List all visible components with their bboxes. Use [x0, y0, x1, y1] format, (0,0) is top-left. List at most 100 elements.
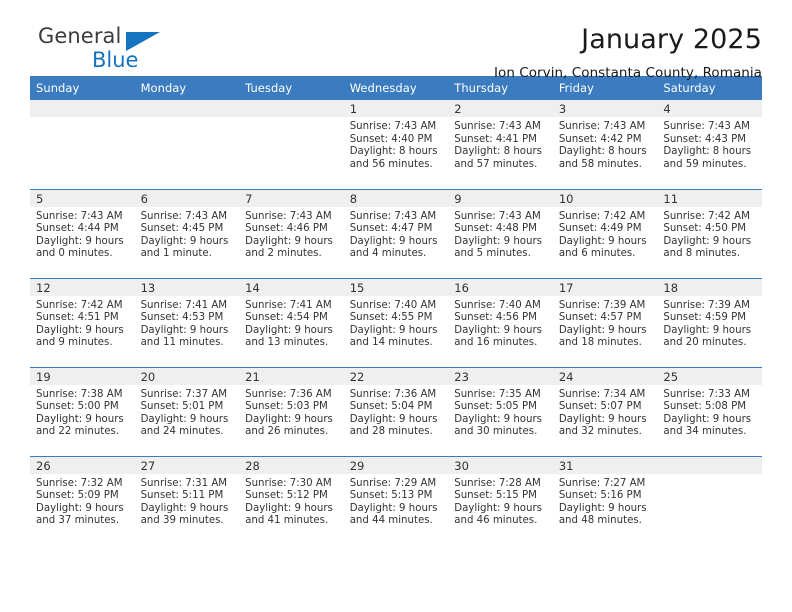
sunset-time: Sunset: 5:12 PM	[245, 490, 328, 502]
day-details: Sunrise: 7:39 AM Sunset: 4:57 PM Daylight:…	[553, 296, 658, 350]
daylight-duration-line2: and 0 minutes.	[36, 248, 113, 260]
day-number: 6	[134, 189, 240, 207]
calendar-day-cell-empty	[30, 100, 135, 189]
day-number: 18	[657, 278, 762, 296]
day-details: Sunrise: 7:28 AM Sunset: 5:15 PM Daylight:…	[448, 474, 553, 528]
calendar-day-cell[interactable]: 22 Sunrise: 7:36 AM Sunset: 5:04 PM Dayligh…	[343, 366, 449, 456]
calendar-day-cell[interactable]: 9 Sunrise: 7:43 AM Sunset: 4:48 PM Daylight…	[448, 188, 553, 278]
day-number: 22	[343, 367, 449, 385]
sunrise-time: Sunrise: 7:41 AM	[140, 299, 228, 311]
sunrise-time: Sunrise: 7:39 AM	[663, 299, 750, 311]
calendar-day-cell[interactable]: 12 Sunrise: 7:42 AM Sunset: 4:51 PM Dayligh…	[30, 277, 135, 367]
weekday-header-tuesday: Tuesday	[239, 76, 344, 100]
day-details: Sunrise: 7:43 AM Sunset: 4:40 PM Daylight:…	[344, 117, 449, 171]
daylight-duration-line1: Daylight: 9 hours	[558, 413, 647, 425]
calendar-day-cell[interactable]: 27 Sunrise: 7:31 AM Sunset: 5:11 PM Dayligh…	[134, 455, 240, 545]
title-block: January 2025 Ion Corvin, Constanta Count…	[494, 25, 762, 81]
sunrise-time: Sunrise: 7:42 AM	[558, 210, 646, 222]
day-number: 12	[30, 278, 135, 296]
calendar-day-cell[interactable]: 25 Sunrise: 7:33 AM Sunset: 5:08 PM Dayligh…	[657, 366, 762, 456]
sunrise-time: Sunrise: 7:31 AM	[140, 477, 228, 489]
day-details: Sunrise: 7:40 AM Sunset: 4:56 PM Daylight:…	[448, 296, 553, 350]
day-number: 27	[134, 456, 240, 474]
calendar-day-cell[interactable]: 13 Sunrise: 7:41 AM Sunset: 4:53 PM Dayligh…	[134, 277, 240, 367]
calendar-day-cell[interactable]: 30 Sunrise: 7:28 AM Sunset: 5:15 PM Dayligh…	[448, 455, 553, 545]
daylight-duration-line1: Daylight: 9 hours	[558, 502, 647, 514]
weekday-header-monday: Monday	[134, 76, 240, 100]
day-details: Sunrise: 7:38 AM Sunset: 5:00 PM Daylight:…	[30, 385, 135, 439]
sunrise-time: Sunrise: 7:33 AM	[663, 388, 750, 400]
daylight-duration-line2: and 18 minutes.	[558, 337, 642, 349]
day-details: Sunrise: 7:34 AM Sunset: 5:07 PM Daylight:…	[553, 385, 658, 439]
daylight-duration-line1: Daylight: 9 hours	[36, 502, 124, 514]
day-number: 17	[552, 278, 658, 296]
calendar-day-cell[interactable]: 6 Sunrise: 7:43 AM Sunset: 4:45 PM Daylight…	[134, 188, 240, 278]
day-number: 30	[448, 456, 553, 474]
day-number: 14	[239, 278, 344, 296]
daylight-duration-line2: and 58 minutes.	[558, 158, 642, 170]
calendar-day-cell-empty	[134, 100, 240, 189]
daylight-duration-line1: Daylight: 9 hours	[349, 324, 438, 336]
calendar-day-cell[interactable]: 2 Sunrise: 7:43 AM Sunset: 4:41 PM Daylight…	[448, 100, 553, 189]
calendar-day-cell[interactable]: 20 Sunrise: 7:37 AM Sunset: 5:01 PM Dayligh…	[134, 366, 240, 456]
day-details: Sunrise: 7:30 AM Sunset: 5:12 PM Daylight:…	[239, 474, 344, 528]
calendar-day-cell[interactable]: 26 Sunrise: 7:32 AM Sunset: 5:09 PM Dayligh…	[30, 455, 135, 545]
calendar-day-cell[interactable]: 21 Sunrise: 7:36 AM Sunset: 5:03 PM Dayligh…	[239, 366, 344, 456]
calendar-day-cell[interactable]: 31 Sunrise: 7:27 AM Sunset: 5:16 PM Dayligh…	[552, 455, 658, 545]
daylight-duration-line1: Daylight: 9 hours	[558, 324, 647, 336]
day-details: Sunrise: 7:42 AM Sunset: 4:50 PM Daylight:…	[657, 207, 762, 261]
day-details: Sunrise: 7:43 AM Sunset: 4:45 PM Daylight:…	[135, 207, 240, 261]
day-details: Sunrise: 7:27 AM Sunset: 5:16 PM Daylight:…	[553, 474, 658, 528]
sunrise-time: Sunrise: 7:36 AM	[349, 388, 437, 400]
calendar-day-cell[interactable]: 14 Sunrise: 7:41 AM Sunset: 4:54 PM Dayligh…	[239, 277, 344, 367]
calendar-day-cell[interactable]: 8 Sunrise: 7:43 AM Sunset: 4:47 PM Daylight…	[343, 188, 449, 278]
daylight-duration-line2: and 22 minutes.	[36, 426, 120, 438]
calendar-day-cell[interactable]: 15 Sunrise: 7:40 AM Sunset: 4:55 PM Dayligh…	[343, 277, 449, 367]
calendar-day-cell[interactable]: 5 Sunrise: 7:43 AM Sunset: 4:44 PM Daylight…	[30, 188, 135, 278]
calendar-day-cell[interactable]: 18 Sunrise: 7:39 AM Sunset: 4:59 PM Dayligh…	[657, 277, 762, 367]
daylight-duration-line1: Daylight: 9 hours	[245, 502, 333, 514]
day-details: Sunrise: 7:42 AM Sunset: 4:51 PM Daylight:…	[30, 296, 135, 350]
calendar-week-row: 26 Sunrise: 7:32 AM Sunset: 5:09 PM Dayligh…	[30, 455, 762, 545]
calendar-day-cell[interactable]: 17 Sunrise: 7:39 AM Sunset: 4:57 PM Dayligh…	[552, 277, 658, 367]
day-number: 13	[134, 278, 240, 296]
calendar-day-cell[interactable]: 29 Sunrise: 7:29 AM Sunset: 5:13 PM Dayligh…	[343, 455, 449, 545]
calendar-day-cell[interactable]: 11 Sunrise: 7:42 AM Sunset: 4:50 PM Dayligh…	[657, 188, 762, 278]
daylight-duration-line2: and 44 minutes.	[349, 515, 433, 527]
calendar-day-cell[interactable]: 7 Sunrise: 7:43 AM Sunset: 4:46 PM Daylight…	[239, 188, 344, 278]
daylight-duration-line1: Daylight: 9 hours	[140, 324, 229, 336]
calendar-day-cell[interactable]: 24 Sunrise: 7:34 AM Sunset: 5:07 PM Dayligh…	[552, 366, 658, 456]
calendar-day-cell[interactable]: 23 Sunrise: 7:35 AM Sunset: 5:05 PM Dayligh…	[448, 366, 553, 456]
day-number: 28	[239, 456, 344, 474]
calendar-day-cell[interactable]: 28 Sunrise: 7:30 AM Sunset: 5:12 PM Dayligh…	[239, 455, 344, 545]
sunset-time: Sunset: 5:00 PM	[36, 401, 119, 413]
calendar-day-cell[interactable]: 16 Sunrise: 7:40 AM Sunset: 4:56 PM Dayligh…	[448, 277, 553, 367]
sunset-time: Sunset: 5:03 PM	[245, 401, 328, 413]
daylight-duration-line2: and 20 minutes.	[663, 337, 747, 349]
day-number: 4	[657, 100, 762, 117]
day-number: 2	[448, 100, 553, 117]
day-details: Sunrise: 7:41 AM Sunset: 4:54 PM Daylight:…	[239, 296, 344, 350]
daylight-duration-line2: and 34 minutes.	[663, 426, 747, 438]
calendar-week-row: 12 Sunrise: 7:42 AM Sunset: 4:51 PM Dayligh…	[30, 277, 762, 367]
calendar-day-cell[interactable]: 3 Sunrise: 7:43 AM Sunset: 4:42 PM Daylight…	[552, 100, 658, 189]
daylight-duration-line2: and 32 minutes.	[558, 426, 642, 438]
sunset-time: Sunset: 4:45 PM	[140, 223, 224, 235]
sunset-time: Sunset: 4:40 PM	[349, 133, 433, 145]
day-number: 5	[30, 189, 135, 207]
daylight-duration-line2: and 57 minutes.	[454, 158, 538, 170]
daylight-duration-line1: Daylight: 9 hours	[36, 413, 124, 425]
daylight-duration-line2: and 9 minutes.	[36, 337, 113, 349]
daylight-duration-line2: and 46 minutes.	[454, 515, 538, 527]
general-blue-logo[interactable]: General Blue	[30, 26, 230, 76]
daylight-duration-line2: and 14 minutes.	[349, 337, 433, 349]
day-details: Sunrise: 7:43 AM Sunset: 4:44 PM Daylight:…	[30, 207, 135, 261]
sunrise-time: Sunrise: 7:40 AM	[454, 299, 541, 311]
calendar-day-cell[interactable]: 4 Sunrise: 7:43 AM Sunset: 4:43 PM Daylight…	[657, 100, 762, 189]
daylight-duration-line2: and 8 minutes.	[663, 248, 740, 260]
calendar-day-cell[interactable]: 1 Sunrise: 7:43 AM Sunset: 4:40 PM Daylight…	[343, 100, 449, 189]
calendar-day-cell[interactable]: 19 Sunrise: 7:38 AM Sunset: 5:00 PM Dayligh…	[30, 366, 135, 456]
calendar-day-cell[interactable]: 10 Sunrise: 7:42 AM Sunset: 4:49 PM Dayligh…	[552, 188, 658, 278]
calendar-grid: Sunday Monday Tuesday Wednesday Thursday Frid…	[30, 76, 762, 545]
sunset-time: Sunset: 5:15 PM	[454, 490, 537, 502]
